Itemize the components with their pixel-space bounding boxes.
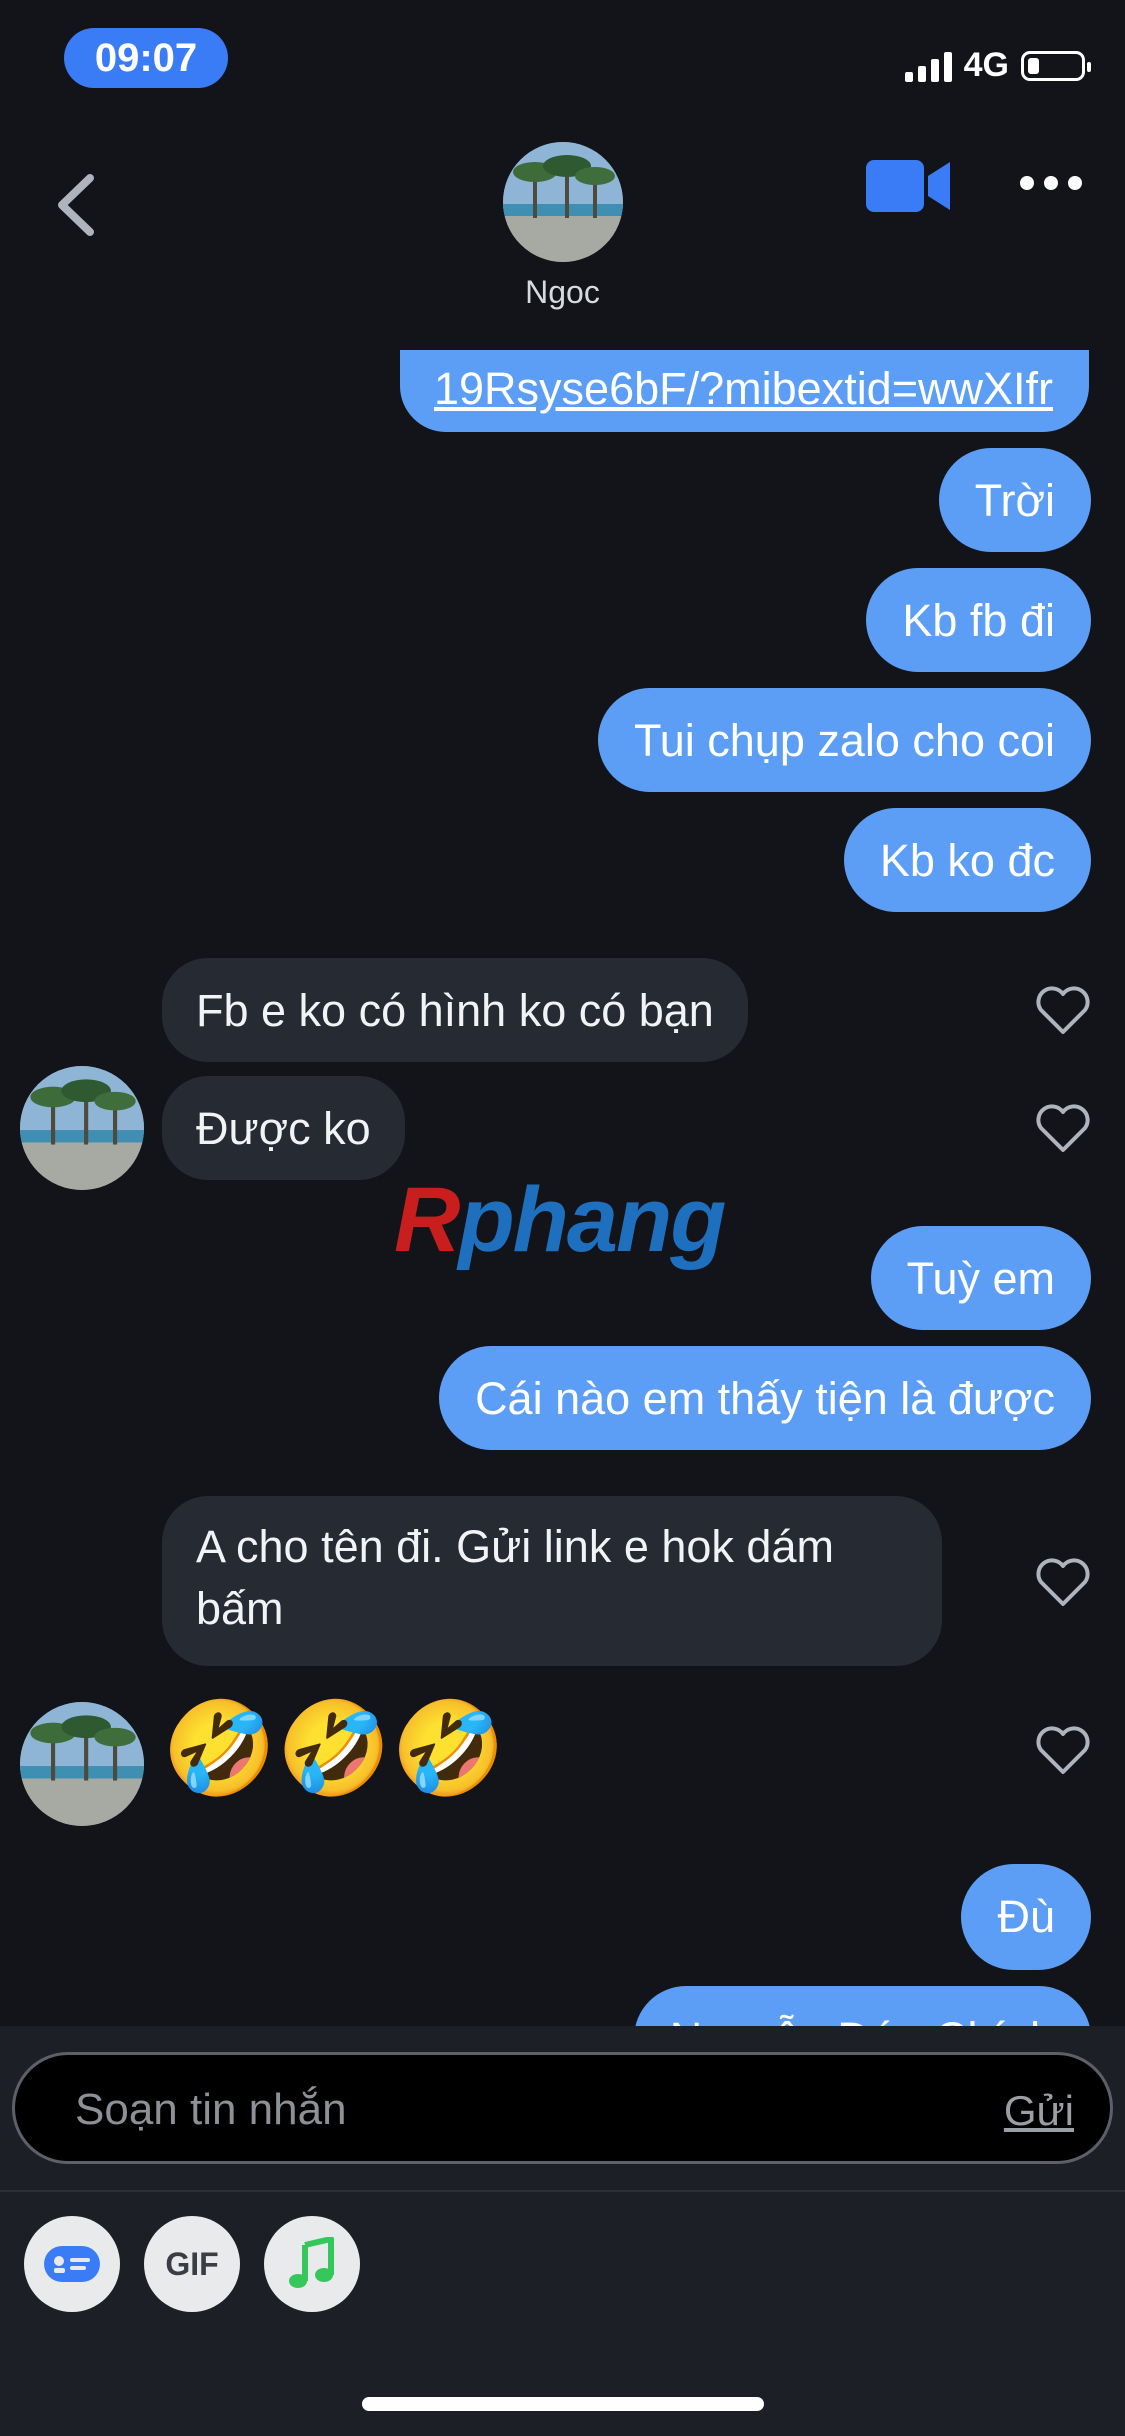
music-note-icon (289, 2237, 334, 2288)
message-out: Cái nào em thấy tiện là được (439, 1346, 1091, 1450)
message-card-icon (44, 2246, 100, 2282)
message-in: Được ko (162, 1076, 405, 1180)
sender-avatar[interactable] (20, 1702, 144, 1826)
message-out: Trời (938, 448, 1091, 552)
more-options-icon[interactable] (1020, 176, 1082, 190)
gif-label: GIF (165, 2245, 219, 2282)
message-input-placeholder: Soạn tin nhắn (75, 2085, 347, 2134)
back-chevron-icon[interactable] (50, 170, 110, 240)
gif-button[interactable]: GIF (144, 2216, 240, 2312)
watermark-logo: Rphang (394, 1169, 726, 1271)
sender-avatar[interactable] (20, 1066, 144, 1190)
heart-icon[interactable] (1034, 1556, 1092, 1608)
signal-icon (904, 50, 952, 82)
battery-icon (1021, 50, 1091, 81)
message-in: Fb e ko có hình ko có bạn (162, 958, 748, 1062)
message-out: Đù (961, 1864, 1091, 1970)
message-out: Tuỳ em (870, 1226, 1091, 1330)
contact-name: Ngoc (525, 274, 600, 310)
music-button[interactable] (264, 2216, 360, 2312)
divider (0, 2190, 1125, 2192)
status-time: 09:07 (64, 28, 228, 88)
message-out-link[interactable]: 19Rsyse6bF/?mibextid=wwXIfr (400, 350, 1089, 432)
network-label: 4G (963, 46, 1009, 84)
message-input[interactable]: Soạn tin nhắn Gửi (12, 2052, 1113, 2164)
message-in-emoji: 🤣🤣🤣 (162, 1698, 506, 1800)
send-button[interactable]: Gửi (1004, 2087, 1074, 2135)
message-out: Kb ko đc (843, 808, 1091, 912)
heart-icon[interactable] (1034, 1724, 1092, 1776)
message-in: A cho tên đi. Gửi link e hok dám bấm (162, 1496, 942, 1666)
message-out: Kb fb đi (866, 568, 1091, 672)
message-out: Tui chụp zalo cho coi (597, 688, 1091, 792)
video-call-icon[interactable] (866, 158, 950, 214)
status-indicators: 4G (904, 46, 1091, 85)
contact-avatar[interactable] (503, 142, 623, 262)
sticker-button[interactable] (24, 2216, 120, 2312)
home-indicator (362, 2397, 764, 2411)
heart-icon[interactable] (1034, 1102, 1092, 1154)
heart-icon[interactable] (1034, 984, 1092, 1036)
